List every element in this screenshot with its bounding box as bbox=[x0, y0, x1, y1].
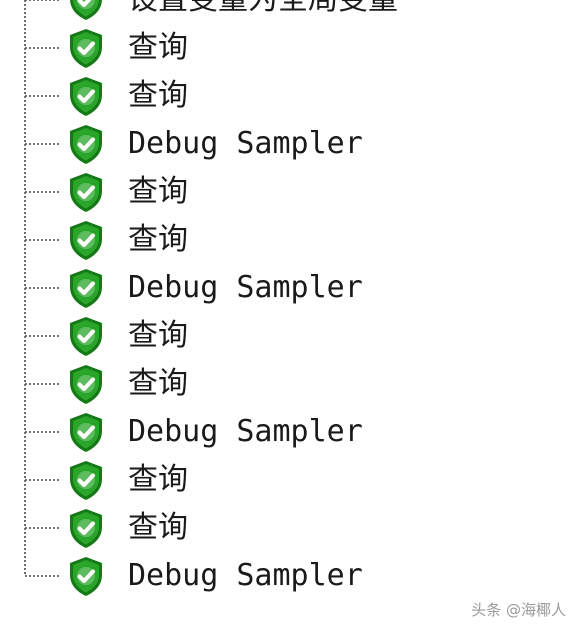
tree-item-label: 查询 bbox=[128, 174, 188, 209]
tree-branch-connector bbox=[25, 191, 59, 193]
shield-check-icon bbox=[64, 266, 108, 310]
tree-item-label: Debug Sampler bbox=[128, 270, 363, 305]
tree-item-label: 查询 bbox=[128, 78, 188, 113]
shield-check-icon bbox=[64, 362, 108, 406]
tree-branch-connector bbox=[25, 479, 59, 481]
tree-branch-connector bbox=[25, 95, 59, 97]
tree-item[interactable]: 查询 bbox=[0, 360, 520, 408]
tree-item[interactable]: 查询 bbox=[0, 168, 520, 216]
shield-check-icon bbox=[64, 506, 108, 550]
results-tree: 设置变量为全局变量 查询 查询 Debug Sampler 查询 查询 Debu… bbox=[0, 0, 574, 632]
shield-check-icon bbox=[64, 26, 108, 70]
shield-check-icon bbox=[64, 314, 108, 358]
tree-item[interactable]: Debug Sampler bbox=[0, 264, 520, 312]
tree-item[interactable]: 查询 bbox=[0, 504, 520, 552]
tree-branch-connector bbox=[25, 431, 59, 433]
tree-branch-connector bbox=[25, 527, 59, 529]
watermark: 头条 @海椰人 bbox=[471, 601, 566, 619]
tree-item-label: Debug Sampler bbox=[128, 414, 363, 449]
tree-branch-connector bbox=[25, 0, 59, 1]
tree-item[interactable]: 查询 bbox=[0, 456, 520, 504]
tree-item[interactable]: Debug Sampler bbox=[0, 408, 520, 456]
tree-item[interactable]: 查询 bbox=[0, 72, 520, 120]
tree-item[interactable]: 设置变量为全局变量 bbox=[0, 0, 520, 24]
tree-branch-connector bbox=[25, 239, 59, 241]
shield-check-icon bbox=[64, 458, 108, 502]
shield-check-icon bbox=[64, 74, 108, 118]
shield-check-icon bbox=[64, 218, 108, 262]
shield-check-icon bbox=[64, 122, 108, 166]
tree-item[interactable]: Debug Sampler bbox=[0, 552, 520, 600]
tree-item-label: 查询 bbox=[128, 510, 188, 545]
tree-item[interactable]: 查询 bbox=[0, 24, 520, 72]
tree-branch-connector bbox=[25, 575, 59, 577]
tree-item[interactable]: Debug Sampler bbox=[0, 120, 520, 168]
tree-item-label: 设置变量为全局变量 bbox=[128, 0, 398, 20]
tree-item-label: 查询 bbox=[128, 366, 188, 401]
tree-item-label: 查询 bbox=[128, 30, 188, 65]
shield-check-icon bbox=[64, 0, 108, 22]
tree-branch-connector bbox=[25, 143, 59, 145]
tree-branch-connector bbox=[25, 287, 59, 289]
tree-branch-connector bbox=[25, 335, 59, 337]
tree-item-label: 查询 bbox=[128, 462, 188, 497]
shield-check-icon bbox=[64, 170, 108, 214]
tree-branch-connector bbox=[25, 47, 59, 49]
tree-item-label: 查询 bbox=[128, 222, 188, 257]
tree-item[interactable]: 查询 bbox=[0, 216, 520, 264]
tree-item-label: Debug Sampler bbox=[128, 558, 363, 593]
tree-branch-connector bbox=[25, 383, 59, 385]
tree-item-label: 查询 bbox=[128, 318, 188, 353]
shield-check-icon bbox=[64, 410, 108, 454]
tree-item[interactable]: 查询 bbox=[0, 312, 520, 360]
tree-item-label: Debug Sampler bbox=[128, 126, 363, 161]
shield-check-icon bbox=[64, 554, 108, 598]
